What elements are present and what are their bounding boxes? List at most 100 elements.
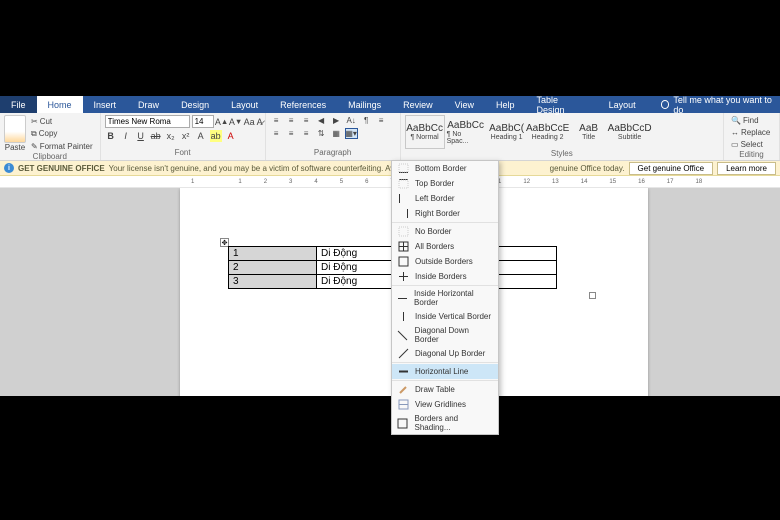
all-border-icon [397,241,409,252]
font-name-select[interactable] [105,115,190,128]
style-5[interactable]: AaBbCcDSubtitle [610,115,650,149]
tab-insert[interactable]: Insert [83,96,128,113]
border-menu-bottom[interactable]: Bottom Border [392,161,498,176]
borders-button[interactable]: ▦▾ [345,128,358,139]
border-menu-shade[interactable]: Borders and Shading... [392,412,498,434]
tab-layout2[interactable]: Layout [598,96,647,113]
draw-border-icon [397,384,409,395]
warn-badge: GET GENUINE OFFICE [18,164,105,173]
iv-border-icon [397,311,409,322]
italic-button[interactable]: I [120,130,132,142]
tab-design[interactable]: Design [170,96,220,113]
lightbulb-icon [661,100,670,109]
bold-button[interactable]: B [105,130,117,142]
superscript-button[interactable]: x² [180,130,192,142]
border-menu-left[interactable]: Left Border [392,191,498,206]
align-right-button[interactable]: ≡ [285,128,298,139]
decrease-indent-button[interactable]: ◀ [315,115,328,126]
font-size-select[interactable] [192,115,214,128]
justify-button[interactable]: ≡ [300,128,313,139]
border-menu-du[interactable]: Diagonal Up Border [392,346,498,361]
underline-button[interactable]: U [135,130,147,142]
tab-table-design[interactable]: Table Design [526,96,598,113]
subscript-button[interactable]: x₂ [165,130,177,142]
border-menu-dd[interactable]: Diagonal Down Border [392,324,498,346]
tab-help[interactable]: Help [485,96,526,113]
strike-button[interactable]: ab [150,130,162,142]
border-menu-ih[interactable]: Inside Horizontal Border [392,287,498,309]
border-menu-inside[interactable]: Inside Borders [392,269,498,284]
info-icon: i [4,163,14,173]
sort-button[interactable]: A↓ [345,115,358,126]
group-editing: 🔍Find ↔Replace ▭Select Editing [724,113,780,160]
style-4[interactable]: AaBTitle [569,115,609,149]
tab-home[interactable]: Home [37,96,83,113]
numbering-button[interactable]: ≡ [285,115,298,126]
paste-icon [4,115,26,143]
tab-references[interactable]: References [269,96,337,113]
copy-button[interactable]: ⧉Copy [28,128,96,140]
warn-msg2: genuine Office today. [550,164,625,173]
group-font-label: Font [105,148,261,158]
bullets-button[interactable]: ≡ [270,115,283,126]
horizontal-ruler[interactable]: 1123456789101112131415161718 [0,176,780,188]
tell-me[interactable]: Tell me what you want to do [661,95,780,115]
border-menu-grid[interactable]: View Gridlines [392,397,498,412]
paste-button[interactable]: Paste [4,115,26,152]
find-button[interactable]: 🔍Find [728,115,775,126]
border-menu-hl[interactable]: Horizontal Line [392,364,498,379]
style-0[interactable]: AaBbCc¶ Normal [405,115,445,149]
border-menu-right[interactable]: Right Border [392,206,498,221]
multilevel-button[interactable]: ≡ [300,115,313,126]
style-1[interactable]: AaBbCc¶ No Spac... [446,115,486,149]
shading-button[interactable]: ▦ [330,128,343,139]
tab-view[interactable]: View [444,96,485,113]
cut-button[interactable]: ✂Cut [28,116,96,127]
style-3[interactable]: AaBbCcEHeading 2 [528,115,568,149]
replace-button[interactable]: ↔Replace [728,127,775,138]
table-resize-handle[interactable] [589,292,596,299]
learn-more-button[interactable]: Learn more [717,162,776,175]
no-border-icon [397,226,409,237]
tab-draw[interactable]: Draw [127,96,170,113]
line-spacing-button[interactable]: ⇅ [315,128,328,139]
format-painter-button[interactable]: ✎Format Painter [28,141,96,152]
tab-mailings[interactable]: Mailings [337,96,392,113]
border-menu-all[interactable]: All Borders [392,239,498,254]
group-styles: AaBbCc¶ NormalAaBbCc¶ No Spac...AaBbC(He… [401,113,724,160]
border-menu-top[interactable]: Top Border [392,176,498,191]
tab-layout[interactable]: Layout [220,96,269,113]
shrink-font-button[interactable]: A▼ [230,116,242,128]
border-menu-draw[interactable]: Draw Table [392,382,498,397]
style-2[interactable]: AaBbC(Heading 1 [487,115,527,149]
dd-border-icon [397,330,409,341]
text-effects-button[interactable]: A [195,130,207,142]
ih-border-icon [397,293,408,304]
border-menu-no[interactable]: No Border [392,224,498,239]
group-clipboard: Paste ✂Cut ⧉Copy ✎Format Painter Clipboa… [0,113,101,160]
align-left-button[interactable]: ≡ [375,115,388,126]
increase-indent-button[interactable]: ▶ [330,115,343,126]
tab-review[interactable]: Review [392,96,444,113]
select-button[interactable]: ▭Select [728,139,775,150]
paste-label: Paste [5,143,25,152]
change-case-button[interactable]: Aa [244,116,255,128]
shade-border-icon [397,418,409,429]
font-color-button[interactable]: A [225,130,237,142]
grid-border-icon [397,399,409,410]
get-genuine-button[interactable]: Get genuine Office [629,162,714,175]
left-border-icon [397,193,409,204]
borders-dropdown-menu: Bottom BorderTop BorderLeft BorderRight … [391,160,499,435]
clear-format-button[interactable]: A̷ [257,116,263,128]
bottom-border-icon [397,163,409,174]
border-menu-iv[interactable]: Inside Vertical Border [392,309,498,324]
tab-file[interactable]: File [0,96,37,113]
align-center-button[interactable]: ≡ [270,128,283,139]
brush-icon: ✎ [31,142,38,151]
top-border-icon [397,178,409,189]
border-menu-outside[interactable]: Outside Borders [392,254,498,269]
highlight-button[interactable]: ab [210,130,222,142]
show-marks-button[interactable]: ¶ [360,115,373,126]
grow-font-button[interactable]: A▲ [216,116,228,128]
group-paragraph: ≡ ≡ ≡ ◀ ▶ A↓ ¶ ≡ ≡ ≡ ≡ ⇅ ▦ ▦▾ Paragraph [266,113,401,160]
